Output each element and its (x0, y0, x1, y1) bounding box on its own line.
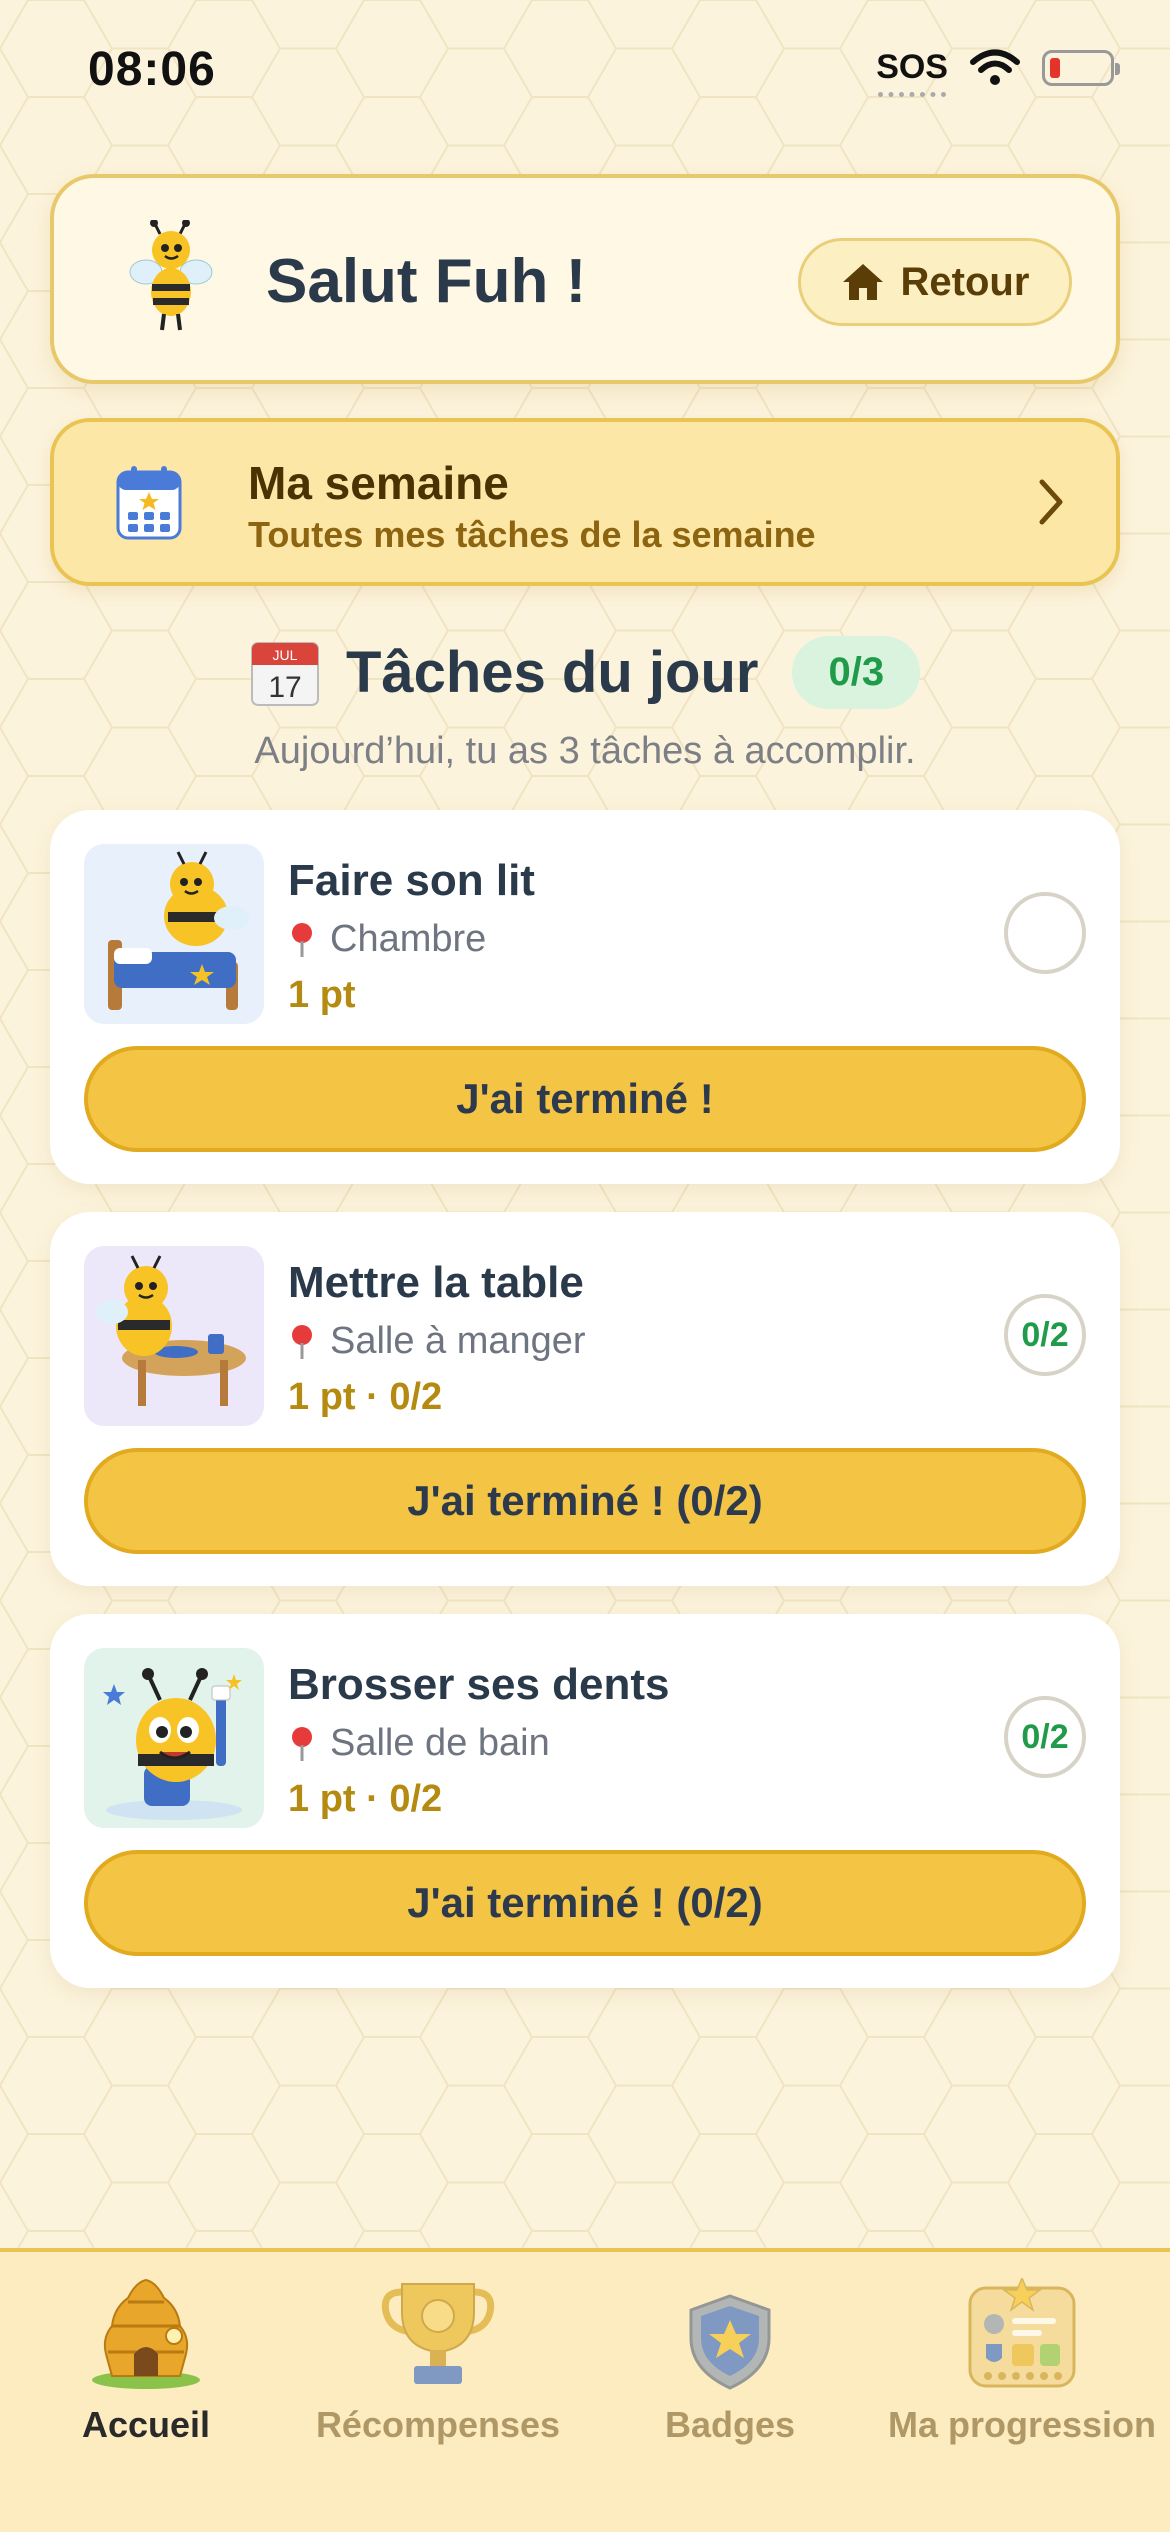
task-location-label: Salle à manger (330, 1320, 586, 1362)
task-thumbnail (84, 844, 264, 1024)
task-title: Brosser ses dents (288, 1660, 670, 1709)
task-checkbox[interactable] (1004, 892, 1086, 974)
home-icon (842, 264, 883, 300)
task-done-button[interactable]: J'ai terminé ! (84, 1046, 1086, 1152)
back-button-label: Retour (900, 259, 1030, 304)
sos-indicator: SOS (876, 48, 948, 97)
greeting-card: Salut Fuh ! Retour (50, 174, 1120, 384)
progress-board-icon (968, 2278, 1076, 2388)
battery-icon (1042, 49, 1120, 86)
bee-toothbrush-icon (103, 1668, 242, 1820)
tab-label: Badges (664, 2404, 796, 2445)
bottom-tab-bar: Accueil Récompenses Badges Ma progressio… (0, 2248, 1170, 2532)
task-card: Mettre la table Salle à manger 1 pt · 0/… (50, 1212, 1120, 1586)
wifi-icon (970, 49, 1020, 85)
status-icons: SOS (876, 48, 1120, 97)
task-done-button[interactable]: J'ai terminé ! (0/2) (84, 1448, 1086, 1554)
chevron-right-icon (1039, 479, 1063, 525)
pin-icon (292, 1324, 312, 1359)
task-location: Salle de bain (288, 1722, 550, 1765)
today-title: Tâches du jour (345, 640, 759, 705)
shield-star-icon (689, 2294, 771, 2390)
week-subtitle: Toutes mes tâches de la semaine (248, 514, 816, 555)
tab-accueil[interactable]: Accueil (0, 2272, 292, 2446)
trophy-icon (381, 2283, 495, 2384)
task-thumbnail (84, 1246, 264, 1426)
calendar-grid-icon (116, 466, 182, 540)
calendar-icon: JUL 17 (250, 639, 320, 707)
task-card: Brosser ses dents Salle de bain 1 pt · 0… (50, 1614, 1120, 1988)
tab-label: Accueil (81, 2404, 211, 2445)
task-location: Chambre (288, 918, 486, 961)
tab-label: Récompenses (315, 2404, 561, 2445)
week-title: Ma semaine (248, 457, 509, 509)
bee-bed-icon (108, 851, 250, 1010)
tab-label: Ma progression (887, 2404, 1157, 2445)
bee-table-icon (96, 1255, 246, 1406)
tab-badges[interactable]: Badges (584, 2272, 876, 2446)
today-header: JUL 17 Tâches du jour 0/3 (0, 636, 1170, 709)
task-progress-circle[interactable]: 0/2 (1004, 1294, 1086, 1376)
beehive-icon (92, 2278, 200, 2389)
tab-recompenses[interactable]: Récompenses (292, 2272, 584, 2446)
bee-mascot-icon (129, 220, 213, 331)
task-location: Salle à manger (288, 1320, 586, 1363)
pin-icon (292, 1726, 312, 1761)
pin-icon (292, 922, 312, 957)
back-button[interactable]: Retour (798, 238, 1072, 326)
task-progress-circle[interactable]: 0/2 (1004, 1696, 1086, 1778)
task-points: 1 pt (288, 974, 356, 1016)
task-points: 1 pt · 0/2 (288, 1778, 443, 1820)
tab-ma-progression[interactable]: Ma progression (876, 2272, 1168, 2446)
calendar-day-text: 17 (268, 671, 301, 704)
task-thumbnail (84, 1648, 264, 1828)
week-card[interactable]: Ma semaine Toutes mes tâches de la semai… (50, 418, 1120, 586)
status-time: 08:06 (88, 43, 216, 96)
task-done-button[interactable]: J'ai terminé ! (0/2) (84, 1850, 1086, 1956)
today-count-badge: 0/3 (792, 636, 921, 709)
task-card: Faire son lit Chambre 1 pt J'ai terminé … (50, 810, 1120, 1184)
task-title: Faire son lit (288, 856, 535, 905)
task-title: Mettre la table (288, 1258, 584, 1307)
task-location-label: Chambre (330, 918, 487, 960)
today-subtitle: Aujourd’hui, tu as 3 tâches à accomplir. (254, 730, 916, 772)
task-location-label: Salle de bain (330, 1722, 550, 1764)
greeting-title: Salut Fuh ! (266, 247, 587, 316)
calendar-month-text: JUL (272, 647, 297, 663)
task-points: 1 pt · 0/2 (288, 1376, 443, 1418)
